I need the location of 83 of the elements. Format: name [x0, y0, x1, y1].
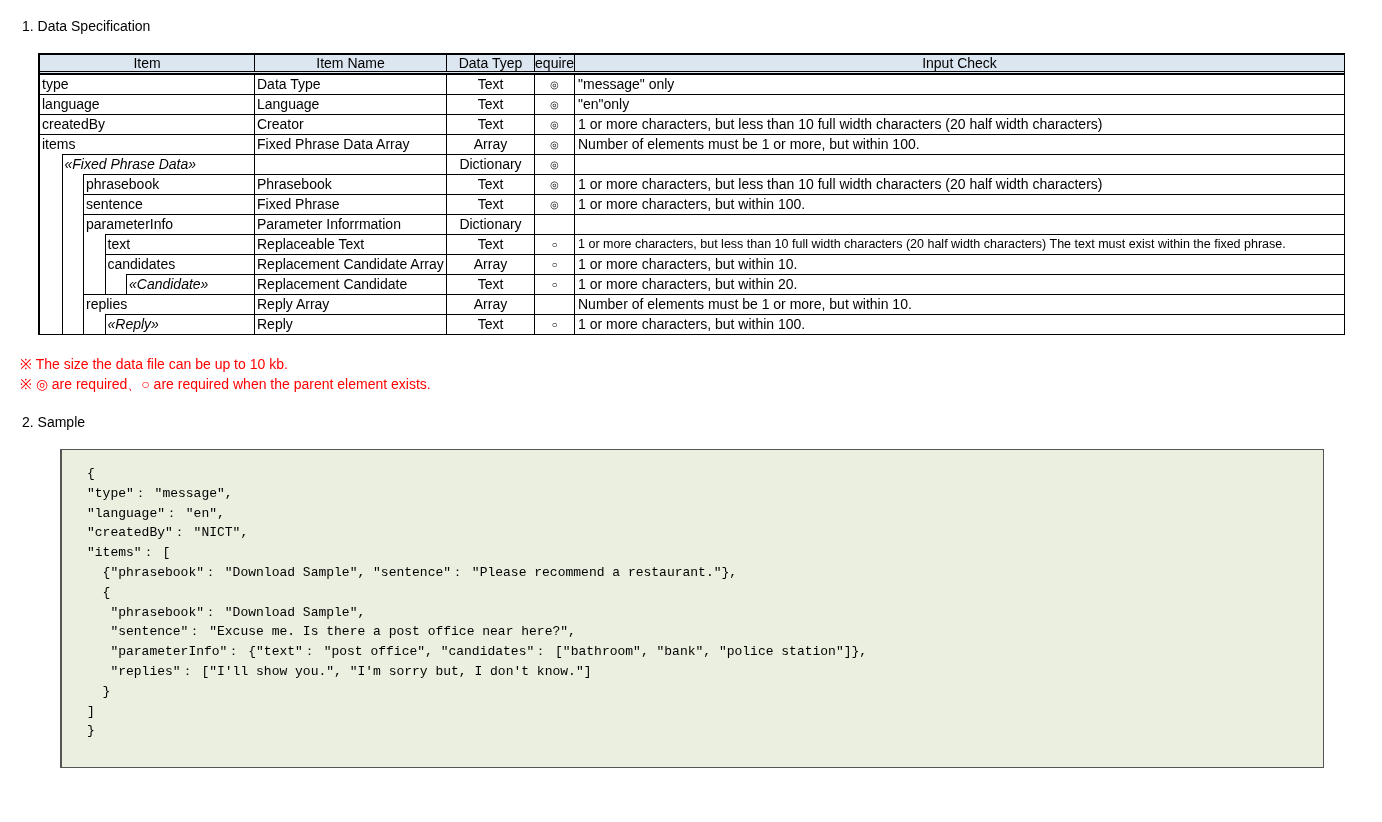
input-check-cell: 1 or more characters, but less than 10 full width characters (20 half width characters) [575, 114, 1344, 134]
input-check-cell: 1 or more characters, but within 100. [575, 194, 1344, 214]
data-type-cell: Text [447, 114, 535, 134]
data-type-cell: Text [447, 94, 535, 114]
data-type-cell: Array [447, 294, 535, 314]
data-type-cell: Text [447, 234, 535, 254]
item-cell: createdBy [40, 114, 254, 134]
code-line: } [101, 682, 111, 701]
item-cell: language [40, 94, 254, 114]
input-check-cell: "en"only [575, 94, 1344, 114]
item-cell: candidates [104, 254, 254, 274]
required-cell: ◎ [535, 74, 575, 94]
required-cell: ◎ [535, 174, 575, 194]
section-heading: 2. Sample [22, 413, 86, 432]
code-line: { [101, 583, 111, 602]
item-cell: type [40, 74, 254, 94]
data-type-cell: Dictionary [447, 214, 535, 234]
required-cell: ◎ [535, 94, 575, 114]
input-check-cell: 1 or more characters, but within 10. [575, 254, 1344, 274]
code-line: {"phrasebook"： "Download Sample", "sentence"： "Please recommend a restaurant."}, [101, 564, 738, 582]
data-type-cell: Text [447, 274, 535, 294]
section-heading: 1. Data Specification [22, 17, 151, 36]
item-name-cell: Creator [255, 114, 447, 134]
footnote: ※ ◎ are required、○ are required when the parent element exists. [20, 375, 432, 394]
input-check-cell: 1 or more characters, but within 20. [575, 274, 1344, 294]
code-line: "parameterInfo"： {"text"： "post office", "candidates"： ["bathroom", "bank", "police station"]}, [109, 643, 868, 662]
input-check-cell: 1 or more characters, but less than 10 full width characters (20 half width characters) The text must exist within the fixed phrase. [575, 234, 1344, 254]
column-header: Input Check [921, 55, 998, 71]
footnote: ※ The size the data file can be up to 10 kb. [20, 355, 289, 374]
input-check-cell: Number of elements must be 1 or more, but within 10. [575, 294, 1344, 314]
item-name-cell: Parameter Inforrmation [255, 214, 447, 234]
required-cell: ◎ [535, 114, 575, 134]
required-cell: ◎ [535, 194, 575, 214]
data-type-cell: Text [447, 174, 535, 194]
required-cell: ○ [535, 314, 575, 334]
item-cell: text [104, 234, 254, 254]
item-name-cell: Replacement Candidate [255, 274, 447, 294]
item-cell: «Fixed Phrase Data» [61, 154, 254, 174]
required-cell: ◎ [535, 134, 575, 154]
data-type-cell: Array [447, 134, 535, 154]
required-cell: ○ [535, 234, 575, 254]
data-type-cell: Array [447, 254, 535, 274]
code-line: "items"： [ [87, 544, 171, 563]
column-header: Item Name [255, 55, 447, 71]
data-type-cell: Text [447, 194, 535, 214]
required-cell: ○ [535, 274, 575, 294]
input-check-cell: 1 or more characters, but within 100. [575, 314, 1344, 334]
item-cell: sentence [83, 194, 254, 214]
required-cell: ◎ [535, 154, 575, 174]
item-cell: phrasebook [83, 174, 254, 194]
code-line: { [87, 465, 95, 483]
column-header: equire [535, 55, 575, 71]
code-line: "type"： "message", [87, 484, 233, 503]
input-check-cell: 1 or more characters, but less than 10 full width characters (20 half width characters) [575, 174, 1344, 194]
item-cell: «Candidate» [126, 274, 254, 294]
item-name-cell: Replaceable Text [255, 234, 447, 254]
code-line: "language"： "en", [87, 504, 225, 523]
required-cell: ○ [535, 254, 575, 274]
code-line: ] [87, 702, 95, 721]
item-name-cell: Language [255, 94, 447, 114]
item-name-cell: Replacement Candidate Array [255, 254, 447, 274]
code-line: "phrasebook"： "Download Sample", [109, 603, 366, 622]
input-check-cell: "message" only [575, 74, 1344, 94]
code-line: "sentence"： "Excuse me. Is there a post office near here?", [109, 623, 576, 642]
code-line: "createdBy"： "NICT", [87, 524, 249, 543]
code-line: } [87, 722, 95, 741]
data-type-cell: Dictionary [447, 154, 535, 174]
input-check-cell: Number of elements must be 1 or more, but within 100. [575, 134, 1344, 154]
column-header: Item [40, 55, 255, 71]
item-name-cell: Data Type [255, 74, 447, 94]
item-cell: items [40, 134, 254, 154]
item-cell: replies [83, 294, 254, 314]
column-header: Data Tyep [447, 55, 535, 71]
item-cell: «Reply» [104, 314, 254, 334]
item-name-cell: Fixed Phrase Data Array [255, 134, 447, 154]
item-name-cell: Fixed Phrase [255, 194, 447, 214]
item-name-cell: Reply Array [255, 294, 447, 314]
item-cell: parameterInfo [83, 214, 254, 234]
item-name-cell: Reply [255, 314, 447, 334]
code-line: "replies"： ["I'll show you.", "I'm sorry but, I don't know."] [109, 662, 592, 681]
data-type-cell: Text [447, 74, 535, 94]
data-type-cell: Text [447, 314, 535, 334]
item-name-cell: Phrasebook [255, 174, 447, 194]
